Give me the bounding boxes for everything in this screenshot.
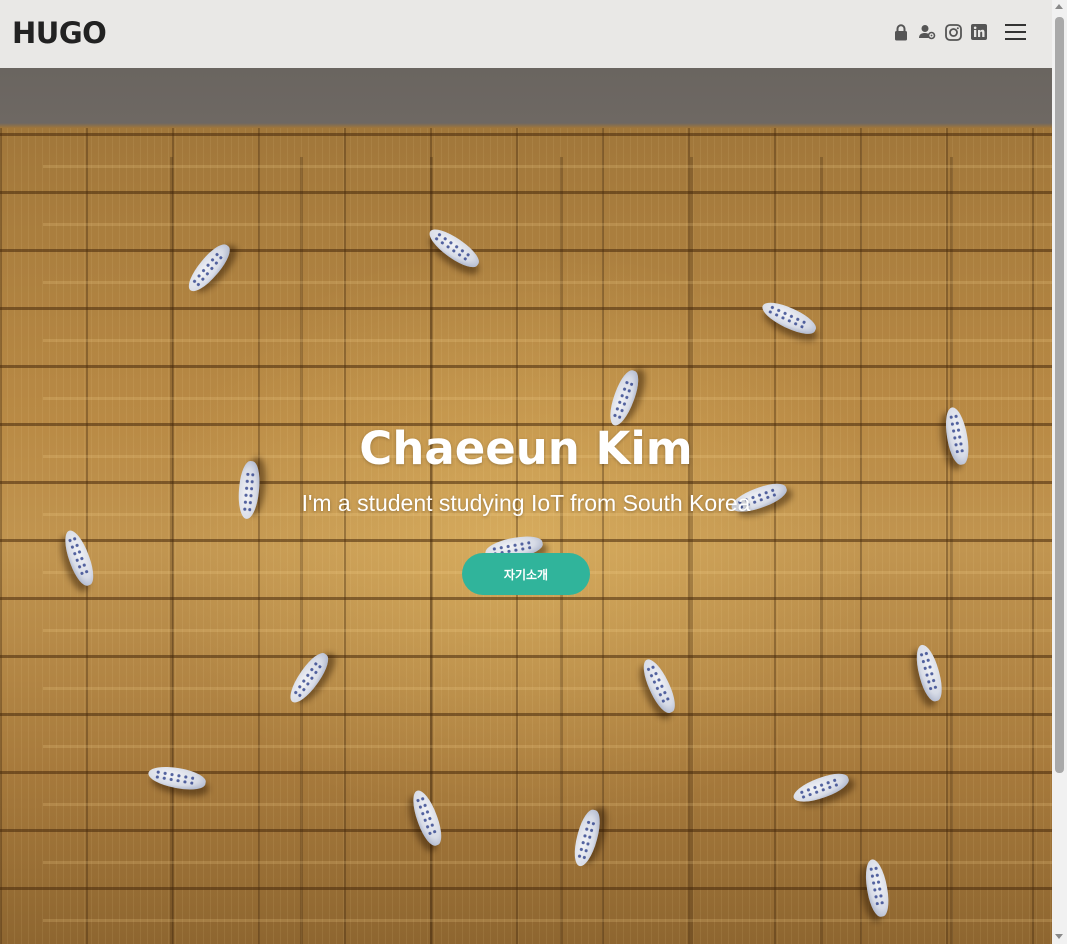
hero-subtitle: I'm a student studying IoT from South Ko… xyxy=(301,490,751,516)
hamburger-menu-icon[interactable] xyxy=(1005,22,1027,42)
user-settings-icon[interactable] xyxy=(918,22,936,42)
scroll-up-arrow-icon[interactable] xyxy=(1055,4,1063,9)
about-me-button[interactable]: 자기소개 xyxy=(462,553,590,595)
scrollbar-thumb[interactable] xyxy=(1055,17,1064,773)
header-icon-group xyxy=(892,22,996,42)
hero-title: Chaeeun Kim xyxy=(359,422,693,475)
lock-icon[interactable] xyxy=(892,22,910,42)
hero-section: Chaeeun Kim I'm a student studying IoT f… xyxy=(0,68,1052,944)
instagram-icon[interactable] xyxy=(944,22,962,42)
scroll-down-arrow-icon[interactable] xyxy=(1055,934,1063,939)
vertical-scrollbar[interactable] xyxy=(1052,0,1067,944)
linkedin-icon[interactable] xyxy=(970,22,988,42)
site-header: HUGO xyxy=(0,0,1052,68)
site-logo[interactable]: HUGO xyxy=(12,16,107,50)
